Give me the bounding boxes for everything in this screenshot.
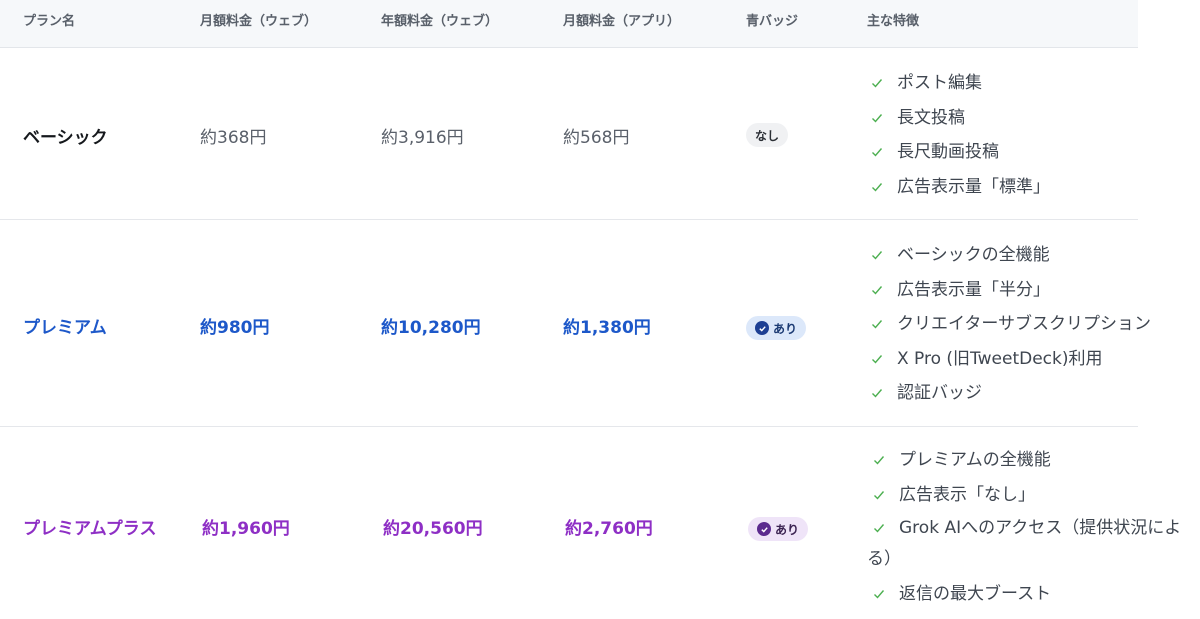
header-blue-badge: 青バッジ	[746, 14, 799, 29]
feature-text: 広告表示量「標準」	[897, 176, 1050, 197]
list-item: プレミアムの全機能	[873, 443, 1187, 478]
header-monthly-app: 月額料金（アプリ）	[563, 14, 681, 29]
plan-name: プレミアム	[23, 318, 107, 338]
badge-label: あり	[773, 321, 798, 336]
monthly-web-price: 約980円	[200, 318, 270, 338]
feature-text: プレミアムの全機能	[899, 450, 1051, 470]
feature-text: 返信の最大ブースト	[899, 584, 1052, 604]
feature-text: ポスト編集	[897, 73, 982, 93]
badge-label: なし	[755, 128, 780, 143]
monthly-app-price: 約1,380円	[563, 318, 651, 338]
annual-web-price: 約10,280円	[381, 318, 481, 338]
plan-name: ベーシック	[23, 128, 108, 148]
check-icon	[871, 342, 885, 377]
monthly-app-price: 約568円	[563, 128, 630, 148]
list-item: 認証バッジ	[871, 376, 1151, 411]
list-item: ベーシックの全機能	[871, 238, 1151, 273]
list-item: ポスト編集	[871, 66, 1050, 101]
feature-text: 広告表示「なし」	[899, 484, 1035, 505]
monthly-app-price: 約2,760円	[565, 519, 653, 539]
badge-label: あり	[775, 522, 800, 537]
monthly-web-price: 約368円	[200, 128, 267, 148]
check-icon	[873, 512, 887, 543]
feature-list: ベーシックの全機能 広告表示量「半分」 クリエイターサブスクリプション X Pr…	[871, 238, 1151, 411]
check-icon	[871, 135, 885, 170]
header-annual-web: 年額料金（ウェブ）	[381, 14, 499, 29]
check-icon	[871, 273, 885, 308]
feature-text: Grok AIへのアクセス（提供状況による）	[867, 518, 1182, 569]
check-icon	[873, 478, 887, 513]
plan-name: プレミアムプラス	[23, 519, 157, 539]
feature-list: プレミアムの全機能 広告表示「なし」 Grok AIへのアクセス（提供状況による…	[867, 443, 1187, 612]
list-item: 広告表示「なし」	[873, 478, 1187, 513]
check-icon	[871, 238, 885, 273]
check-icon	[871, 101, 885, 136]
list-item: 広告表示量「標準」	[871, 170, 1050, 205]
header-plan-name: プラン名	[23, 14, 76, 29]
check-icon	[871, 66, 885, 101]
table-header: プラン名 月額料金（ウェブ） 年額料金（ウェブ） 月額料金（アプリ） 青バッジ …	[0, 0, 1138, 48]
plan-comparison-table: プラン名 月額料金（ウェブ） 年額料金（ウェブ） 月額料金（アプリ） 青バッジ …	[0, 0, 1200, 619]
badge-status: あり	[746, 316, 807, 340]
feature-text: 広告表示量「半分」	[897, 279, 1050, 300]
feature-text: ベーシックの全機能	[897, 245, 1050, 265]
annual-web-price: 約20,560円	[383, 519, 483, 539]
verified-check-icon	[757, 522, 771, 536]
table-row-premium-plus: プレミアムプラス 約1,960円 約20,560円 約2,760円 あり プレミ…	[0, 427, 1200, 619]
verified-check-icon	[755, 321, 769, 335]
feature-text: クリエイターサブスクリプション	[897, 314, 1151, 334]
header-monthly-web: 月額料金（ウェブ）	[200, 14, 318, 29]
list-item: 返信の最大ブースト	[873, 577, 1187, 612]
list-item: Grok AIへのアクセス（提供状況による）	[867, 512, 1187, 577]
table-row-premium: プレミアム 約980円 約10,280円 約1,380円 あり ベーシックの全機…	[0, 220, 1151, 427]
list-item: X Pro (旧TweetDeck)利用	[871, 342, 1151, 377]
annual-web-price: 約3,916円	[381, 128, 464, 148]
feature-text: 認証バッジ	[897, 383, 982, 403]
list-item: 長尺動画投稿	[871, 135, 1050, 170]
header-main-features: 主な特徴	[867, 14, 920, 29]
list-item: 長文投稿	[871, 101, 1050, 136]
table-row-basic: ベーシック 約368円 約3,916円 約568円 なし ポスト編集 長文投稿 …	[0, 48, 1138, 220]
feature-text: X Pro (旧TweetDeck)利用	[897, 348, 1103, 369]
check-icon	[873, 443, 887, 478]
check-icon	[871, 376, 885, 411]
monthly-web-price: 約1,960円	[202, 519, 290, 539]
list-item: クリエイターサブスクリプション	[871, 307, 1151, 342]
check-icon	[873, 577, 887, 612]
badge-status: なし	[746, 123, 789, 147]
check-icon	[871, 307, 885, 342]
feature-text: 長文投稿	[897, 107, 965, 128]
feature-text: 長尺動画投稿	[897, 142, 999, 162]
check-icon	[871, 170, 885, 205]
badge-status: あり	[748, 517, 809, 541]
feature-list: ポスト編集 長文投稿 長尺動画投稿 広告表示量「標準」	[871, 66, 1050, 204]
list-item: 広告表示量「半分」	[871, 273, 1151, 308]
